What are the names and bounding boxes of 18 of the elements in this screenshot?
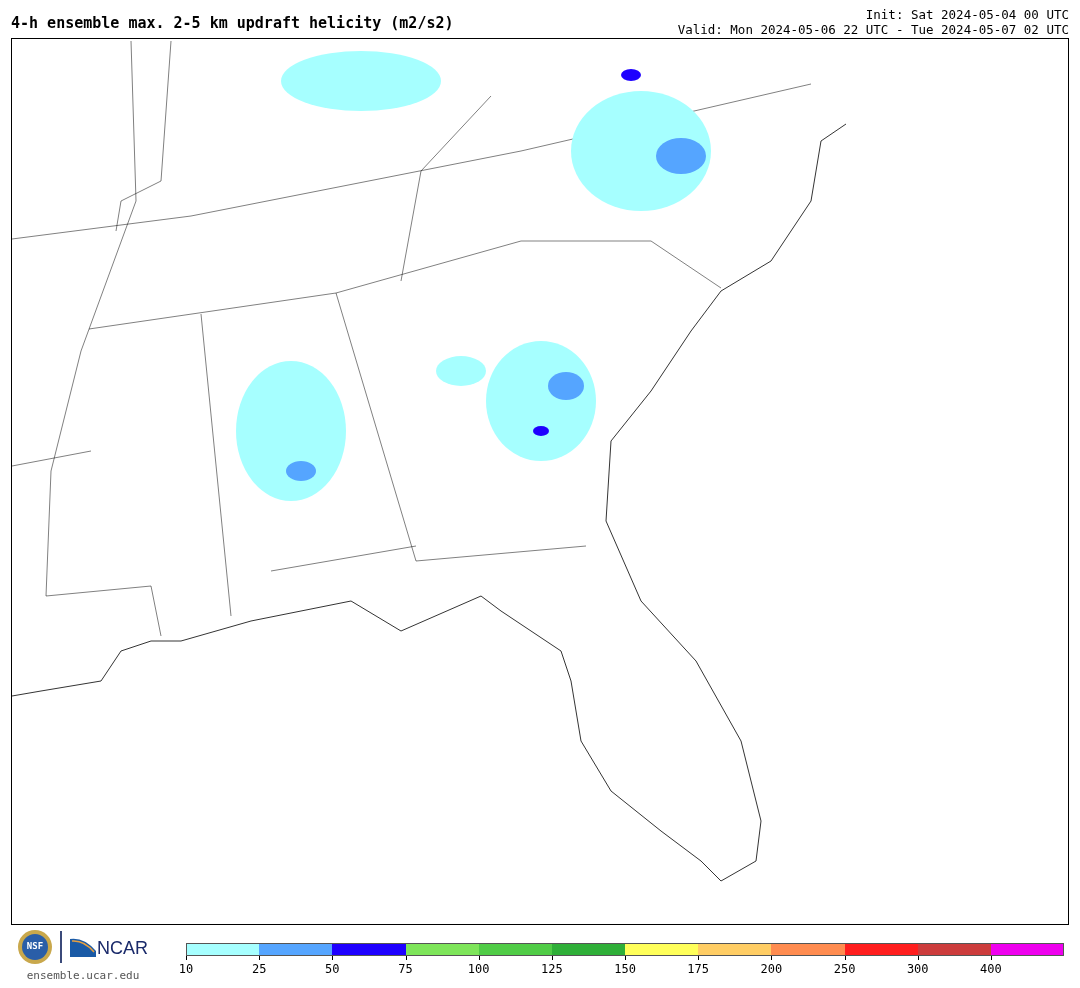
tick-label: 25 — [251, 963, 267, 975]
tick-label: 75 — [398, 963, 413, 975]
valid-time: Valid: Mon 2024-05-06 22 UTC - Tue 2024-05-07 02 UTC — [677, 22, 1069, 37]
tick-label: 125 — [541, 963, 563, 975]
init-time: Init: Sat 2024-05-04 00 UTC — [865, 7, 1069, 22]
map-title: 4-h ensemble max. 2-5 km updraft helicity (m2/s2) — [11, 16, 454, 34]
tick-label: 150 — [614, 963, 636, 975]
tick-label: 300 — [906, 963, 929, 975]
tick-label: 175 — [687, 963, 710, 975]
nsf-logo: NSF — [18, 930, 52, 964]
tick-label: 250 — [833, 963, 856, 975]
ncar-logo: NCAR — [70, 937, 148, 957]
tick-label: 200 — [760, 963, 783, 975]
tick-label: 10 — [178, 963, 194, 975]
tick-label: 100 — [467, 963, 490, 975]
tick-label: 400 — [980, 963, 1002, 975]
site-url: ensemble.ucar.edu — [26, 968, 140, 984]
tick-label: 50 — [325, 963, 340, 975]
